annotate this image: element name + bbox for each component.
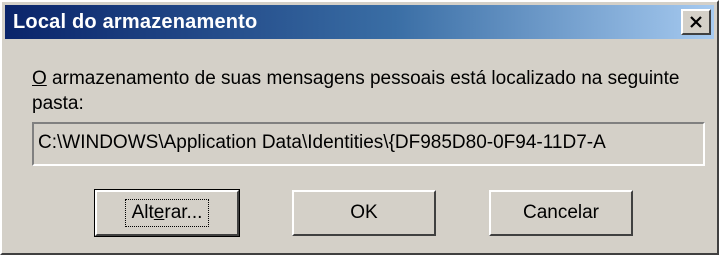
cancel-button-label: Cancelar xyxy=(522,202,600,223)
ok-button-label: OK xyxy=(350,202,378,223)
dialog-title: Local do armazenamento xyxy=(13,11,258,33)
change-label-part1: Alt xyxy=(131,202,154,223)
storage-location-dialog: Local do armazenamento O armazenamento d… xyxy=(0,0,719,255)
change-label-mnemonic: e xyxy=(153,202,165,223)
cancel-button[interactable]: Cancelar xyxy=(489,190,633,236)
ok-button[interactable]: OK xyxy=(292,190,436,236)
folder-path-field[interactable]: C:\WINDOWS\Application Data\Identities\{… xyxy=(32,122,705,166)
info-message: O armazenamento de suas mensagens pessoa… xyxy=(32,66,692,116)
change-button[interactable]: Alterar... xyxy=(94,189,240,237)
close-icon xyxy=(689,16,703,28)
change-label-part2: rar... xyxy=(164,202,203,223)
close-button[interactable] xyxy=(681,9,711,35)
message-text: armazenamento de suas mensagens pessoais… xyxy=(32,68,680,114)
change-button-label: Alterar... xyxy=(124,199,210,227)
title-bar[interactable]: Local do armazenamento xyxy=(5,5,714,39)
message-mnemonic: O xyxy=(32,68,47,89)
